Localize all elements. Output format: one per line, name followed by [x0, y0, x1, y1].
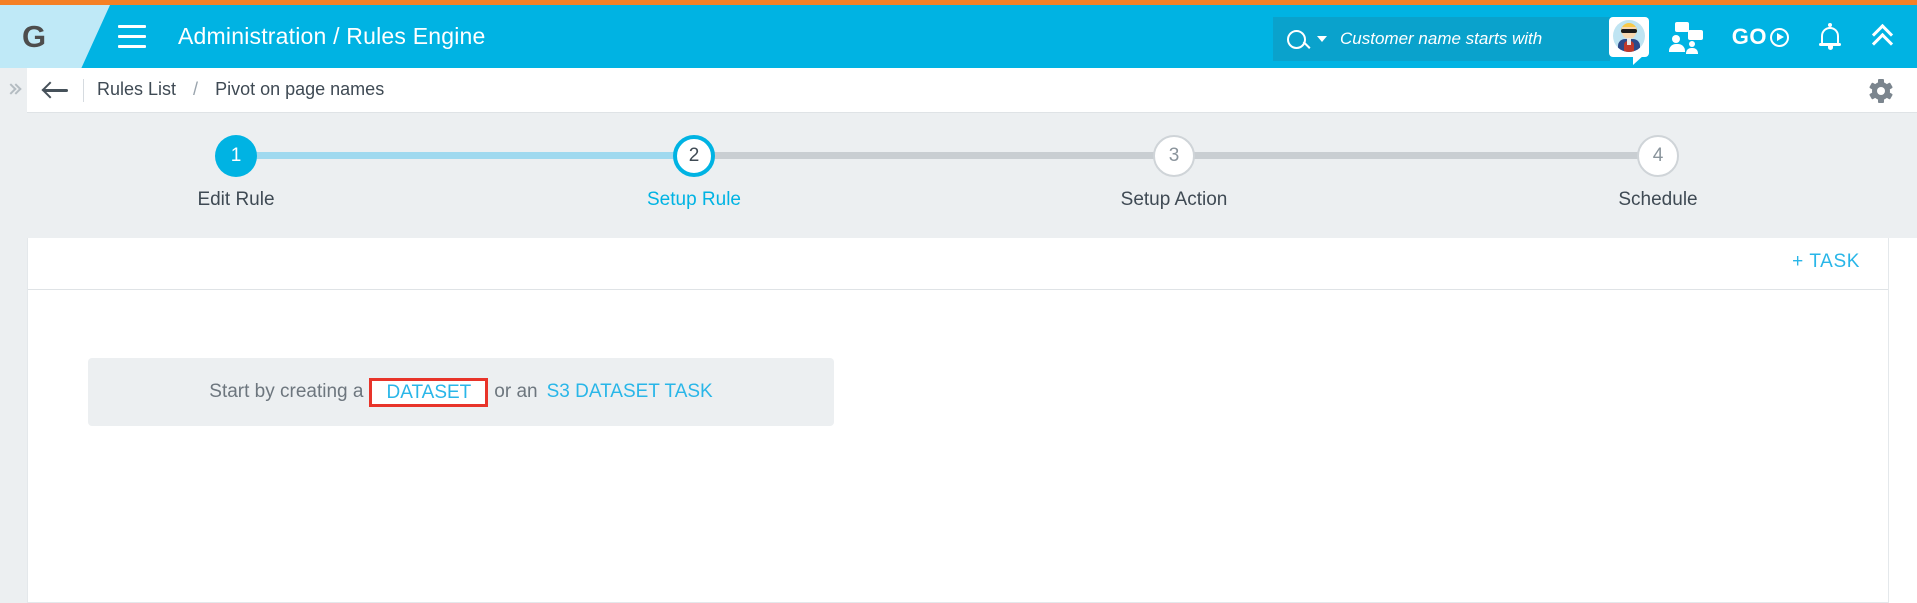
- content-left-rail: [0, 238, 27, 603]
- empty-state-prefix: Start by creating a: [209, 381, 364, 402]
- wizard-stepper: 1 Edit Rule 2 Setup Rule 3 Setup Action …: [180, 135, 1698, 235]
- breadcrumb-bar: Rules List / Pivot on page names: [0, 68, 1917, 113]
- step-circle-4[interactable]: 4: [1637, 135, 1679, 177]
- step-circle-3[interactable]: 3: [1153, 135, 1195, 177]
- task-panel: + TASK Start by creating a DATASET or an…: [27, 238, 1889, 603]
- step-label-1: Edit Rule: [197, 189, 275, 210]
- hamburger-icon[interactable]: [118, 25, 146, 48]
- avatar[interactable]: [1609, 17, 1649, 65]
- empty-state-message: Start by creating a DATASET or an S3 DAT…: [209, 377, 713, 407]
- breadcrumb-current: Pivot on page names: [215, 79, 385, 99]
- back-arrow-icon[interactable]: [41, 78, 70, 102]
- dataset-highlight-box: DATASET: [369, 377, 489, 407]
- breadcrumb-divider: [83, 79, 84, 102]
- logo-plate[interactable]: G: [0, 5, 110, 68]
- stepper-step-2[interactable]: 2 Setup Rule: [619, 135, 769, 211]
- go-icon[interactable]: GO: [1732, 19, 1789, 55]
- search-icon[interactable]: [1287, 29, 1327, 49]
- stepper-step-1[interactable]: 1 Edit Rule: [161, 135, 311, 211]
- create-dataset-link[interactable]: DATASET: [381, 381, 476, 404]
- double-chevron-right-icon: [4, 82, 22, 98]
- breadcrumb: Rules List / Pivot on page names: [97, 79, 384, 100]
- task-panel-toolbar: + TASK: [28, 238, 1888, 290]
- app-screen: G Administration / Rules Engine Customer…: [0, 0, 1917, 603]
- add-task-button[interactable]: + TASK: [1792, 251, 1860, 273]
- app-header: G Administration / Rules Engine Customer…: [0, 5, 1917, 68]
- chevron-down-icon[interactable]: [1317, 36, 1327, 42]
- step-label-3: Setup Action: [1120, 189, 1228, 210]
- gear-icon[interactable]: [1869, 79, 1893, 103]
- stepper-step-3[interactable]: 3 Setup Action: [1099, 135, 1249, 211]
- breadcrumb-parent[interactable]: Rules List: [97, 79, 176, 99]
- breadcrumb-separator: /: [193, 79, 199, 99]
- notifications-bell-icon[interactable]: [1818, 19, 1842, 55]
- global-search[interactable]: [1273, 17, 1610, 61]
- step-label-4: Schedule: [1618, 189, 1698, 210]
- empty-state-panel: Start by creating a DATASET or an S3 DAT…: [88, 358, 834, 426]
- logo-text: G: [22, 19, 46, 54]
- search-input[interactable]: [1340, 29, 1610, 49]
- create-s3-dataset-task-link[interactable]: S3 DATASET TASK: [547, 381, 713, 403]
- sidebar-expand-toggle[interactable]: [0, 68, 27, 113]
- page-title: Administration / Rules Engine: [178, 23, 486, 49]
- step-circle-1[interactable]: 1: [215, 135, 257, 177]
- step-label-2: Setup Rule: [646, 189, 741, 210]
- header-icon-group: GO: [1668, 19, 1899, 55]
- empty-state-middle: or an: [494, 381, 538, 402]
- people-chat-icon[interactable]: [1668, 19, 1703, 55]
- avatar-image: [1613, 20, 1645, 52]
- double-chevron-up-icon[interactable]: [1871, 19, 1899, 55]
- step-circle-2[interactable]: 2: [673, 135, 715, 177]
- go-label: GO: [1731, 24, 1767, 49]
- wizard-stepper-band: 1 Edit Rule 2 Setup Rule 3 Setup Action …: [0, 113, 1917, 238]
- stepper-step-4[interactable]: 4 Schedule: [1583, 135, 1733, 211]
